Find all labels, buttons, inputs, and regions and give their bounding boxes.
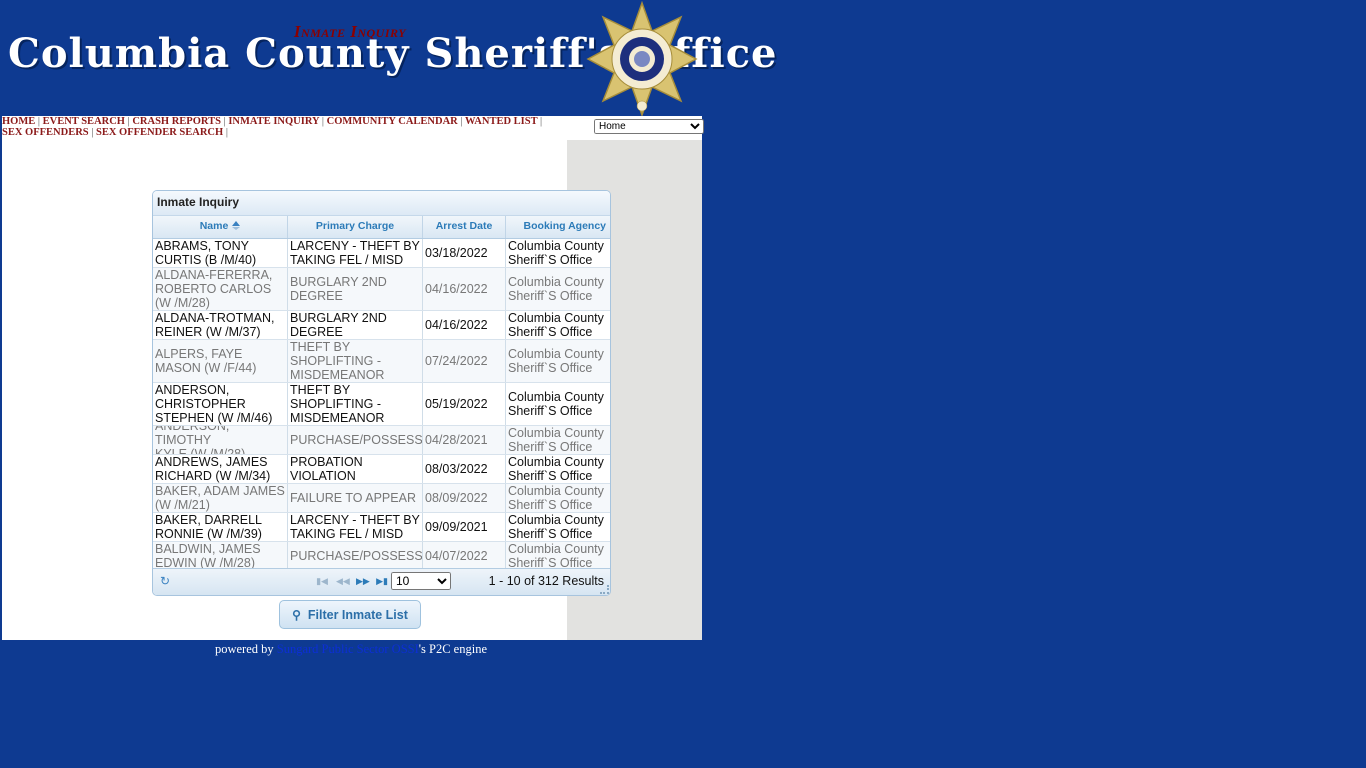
cell-name: ALPERS, FAYE MASON (W /F/44) — [153, 340, 288, 382]
cell-primary-charge: THEFT BY SHOPLIFTING - MISDEMEANOR — [288, 383, 423, 425]
footer-prefix: powered by — [214, 642, 277, 656]
cell-booking-agency: Columbia County Sheriff`S Office — [508, 347, 604, 375]
nav-link-sex-offender-search[interactable]: SEX OFFENDER SEARCH — [96, 127, 223, 138]
cell-name: ANDREWS, JAMES RICHARD (W /M/34) — [153, 455, 288, 483]
cell-name: ALDANA-TROTMAN, REINER (W /M/37) — [153, 311, 288, 339]
footer-vendor-link[interactable]: Sungard Public Sector OSSI — [277, 642, 419, 656]
sort-asc-icon — [232, 221, 241, 231]
nav-links: HOME | EVENT SEARCH | CRASH REPORTS | IN… — [2, 116, 562, 138]
cell-arrest-date: 04/28/2021 — [423, 426, 506, 454]
nav-link-community-calendar[interactable]: COMMUNITY CALENDAR — [327, 116, 458, 127]
cell-primary-charge: PURCHASE/POSSESSI — [288, 426, 423, 454]
table-row[interactable]: ANDREWS, JAMES RICHARD (W /M/34) PROBATI… — [153, 455, 610, 484]
cell-primary-charge: LARCENY - THEFT BY TAKING FEL / MISD — [288, 239, 423, 267]
results-count: 1 - 10 of 312 Results — [488, 574, 604, 588]
grid-body: ABRAMS, TONY CURTIS (B /M/40) LARCENY - … — [153, 239, 610, 571]
cell-arrest-date: 03/18/2022 — [423, 239, 506, 267]
grid-pager: ↻ ▮◀ ◀◀ ▶▶ ▶▮ 10 1 - 10 of 312 Results — [153, 568, 610, 595]
inmate-grid: Inmate Inquiry Name Primary Charge Arres… — [152, 190, 611, 596]
column-header-arrest-date[interactable]: Arrest Date — [423, 216, 506, 238]
nav-link-sex-offenders[interactable]: SEX OFFENDERS — [2, 127, 89, 138]
page-size-select[interactable]: 10 — [391, 572, 451, 590]
cell-primary-charge: PROBATION VIOLATION — [288, 455, 423, 483]
nav-link-wanted-list[interactable]: WANTED LIST — [465, 116, 537, 127]
resize-grip-icon[interactable] — [600, 585, 609, 594]
cell-booking-agency: Columbia County Sheriff`S Office — [508, 484, 604, 512]
column-header-primary-charge[interactable]: Primary Charge — [288, 216, 423, 238]
header: Columbia County Sheriff's Office — [0, 0, 777, 117]
table-row[interactable]: ABRAMS, TONY CURTIS (B /M/40) LARCENY - … — [153, 239, 610, 268]
cell-name: ANDERSON, TIMOTHY KYLE (W /M/28) — [153, 426, 288, 454]
nav-separator: | — [37, 116, 40, 127]
cell-arrest-date: 08/03/2022 — [423, 455, 506, 483]
column-header-booking-agency[interactable]: Booking Agency — [506, 216, 610, 238]
column-header-name[interactable]: Name — [153, 216, 288, 238]
cell-booking-agency: Columbia County Sheriff`S Office — [508, 513, 604, 541]
table-row[interactable]: ANDERSON, CHRISTOPHER STEPHEN (W /M/46) … — [153, 383, 610, 426]
cell-primary-charge: BURGLARY 2ND DEGREE — [288, 268, 423, 310]
nav-link-inmate-inquiry[interactable]: INMATE INQUIRY — [228, 116, 319, 127]
filter-button-label: Filter Inmate List — [307, 607, 408, 622]
table-row[interactable]: ALPERS, FAYE MASON (W /F/44) THEFT BY SH… — [153, 340, 610, 383]
nav-link-event-search[interactable]: EVENT SEARCH — [43, 116, 125, 127]
footer: powered by Sungard Public Sector OSSI's … — [0, 642, 702, 657]
cell-arrest-date: 04/07/2022 — [423, 542, 506, 570]
nav-separator: | — [540, 116, 543, 127]
nav-separator: | — [321, 116, 324, 127]
cell-primary-charge: LARCENY - THEFT BY TAKING FEL / MISD — [288, 513, 423, 541]
first-page-icon[interactable]: ▮◀ — [316, 576, 328, 586]
cell-primary-charge: THEFT BY SHOPLIFTING - MISDEMEANOR — [288, 340, 423, 382]
nav-separator: | — [127, 116, 130, 127]
cell-arrest-date: 08/09/2022 — [423, 484, 506, 512]
nav-link-home[interactable]: HOME — [2, 116, 35, 127]
sheriff-badge-icon — [586, 1, 698, 117]
cell-booking-agency: Columbia County Sheriff`S Office — [508, 426, 604, 454]
nav-separator: | — [460, 116, 463, 127]
cell-booking-agency: Columbia County Sheriff`S Office — [508, 275, 604, 303]
cell-booking-agency: Columbia County Sheriff`S Office — [508, 390, 604, 418]
cell-arrest-date: 09/09/2021 — [423, 513, 506, 541]
cell-arrest-date: 05/19/2022 — [423, 383, 506, 425]
page-title: Inmate Inquiry — [293, 22, 407, 41]
table-row[interactable]: BAKER, DARRELL RONNIE (W /M/39) LARCENY … — [153, 513, 610, 542]
column-header-label: Name — [199, 220, 229, 232]
cell-name: BAKER, DARRELL RONNIE (W /M/39) — [153, 513, 288, 541]
cell-name: BALDWIN, JAMES EDWIN (W /M/28) — [153, 542, 288, 570]
cell-primary-charge: FAILURE TO APPEAR — [288, 484, 423, 512]
cell-primary-charge: PURCHASE/POSSESSI — [288, 542, 423, 570]
filter-inmate-list-button[interactable]: ⚲ Filter Inmate List — [279, 600, 421, 629]
footer-suffix: 's P2C engine — [418, 642, 488, 656]
nav-separator: | — [91, 127, 94, 138]
cell-booking-agency: Columbia County Sheriff`S Office — [508, 542, 604, 570]
nav-quick-select[interactable]: Home — [594, 119, 704, 134]
last-page-icon[interactable]: ▶▮ — [376, 576, 388, 586]
cell-arrest-date: 04/16/2022 — [423, 268, 506, 310]
table-row[interactable]: BALDWIN, JAMES EDWIN (W /M/28) PURCHASE/… — [153, 542, 610, 571]
cell-arrest-date: 04/16/2022 — [423, 311, 506, 339]
cell-arrest-date: 07/24/2022 — [423, 340, 506, 382]
cell-booking-agency: Columbia County Sheriff`S Office — [508, 311, 604, 339]
table-row[interactable]: ANDERSON, TIMOTHY KYLE (W /M/28) PURCHAS… — [153, 426, 610, 455]
table-row[interactable]: ALDANA-FERERRA, ROBERTO CARLOS (W /M/28)… — [153, 268, 610, 311]
nav-separator: | — [223, 116, 226, 127]
search-icon: ⚲ — [292, 607, 301, 622]
table-row[interactable]: BAKER, ADAM JAMES (W /M/21) FAILURE TO A… — [153, 484, 610, 513]
cell-name: ANDERSON, CHRISTOPHER STEPHEN (W /M/46) — [153, 383, 288, 425]
nav-separator: | — [225, 127, 228, 138]
cell-name: ALDANA-FERERRA, ROBERTO CARLOS (W /M/28) — [153, 268, 288, 310]
cell-name: ABRAMS, TONY CURTIS (B /M/40) — [153, 239, 288, 267]
main-navigation: HOME | EVENT SEARCH | CRASH REPORTS | IN… — [2, 116, 704, 142]
grid-header-row: Name Primary Charge Arrest Date Booking … — [153, 215, 610, 239]
refresh-icon[interactable]: ↻ — [160, 575, 172, 587]
table-row[interactable]: ALDANA-TROTMAN, REINER (W /M/37) BURGLAR… — [153, 311, 610, 340]
grid-caption: Inmate Inquiry — [153, 191, 610, 215]
cell-booking-agency: Columbia County Sheriff`S Office — [508, 239, 604, 267]
cell-primary-charge: BURGLARY 2ND DEGREE — [288, 311, 423, 339]
next-page-icon[interactable]: ▶▶ — [356, 576, 370, 586]
nav-link-crash-reports[interactable]: CRASH REPORTS — [132, 116, 221, 127]
cell-name: BAKER, ADAM JAMES (W /M/21) — [153, 484, 288, 512]
prev-page-icon[interactable]: ◀◀ — [336, 576, 350, 586]
cell-booking-agency: Columbia County Sheriff`S Office — [508, 455, 604, 483]
